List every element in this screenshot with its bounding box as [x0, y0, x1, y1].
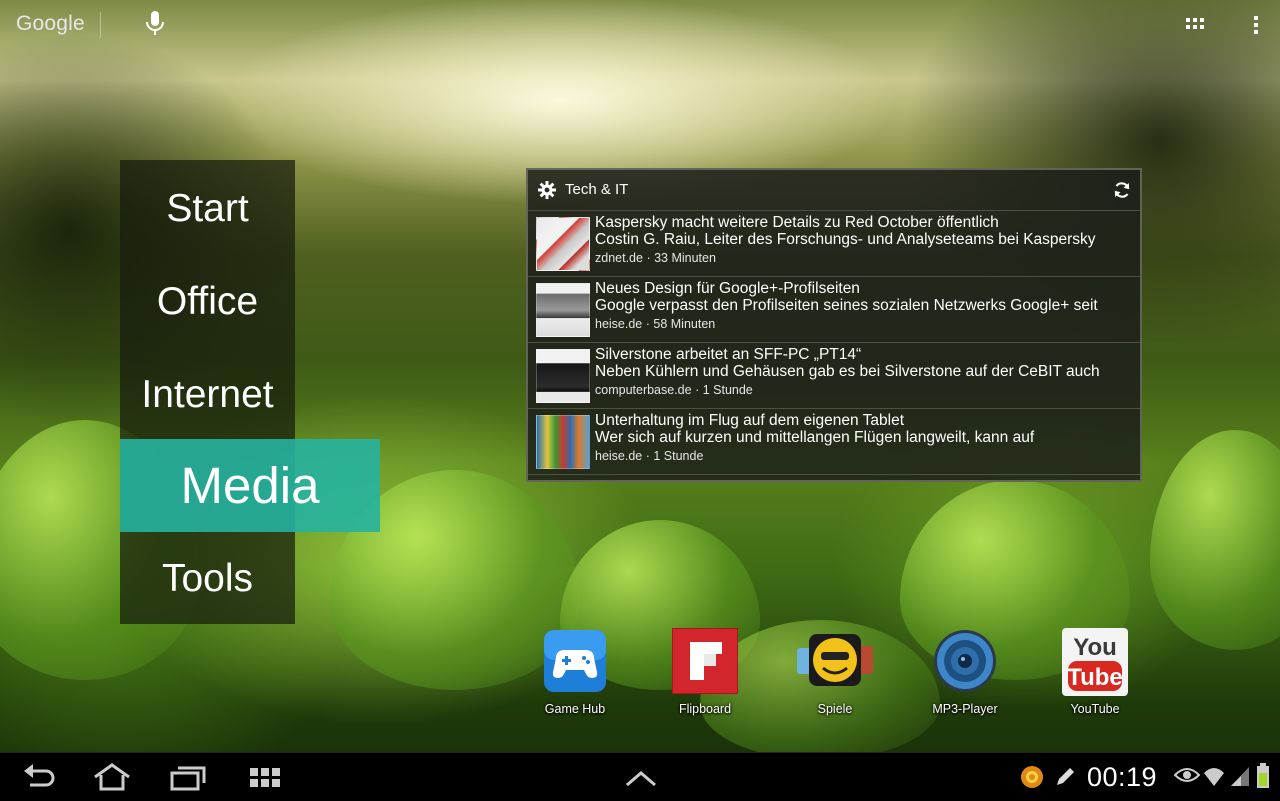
notification-icon[interactable] — [1020, 765, 1044, 793]
svg-text:You: You — [1073, 634, 1117, 661]
menu-item-internet[interactable]: Internet — [120, 348, 295, 441]
news-headline: Neues Design für Google+-Profilseiten — [595, 280, 860, 297]
news-item[interactable]: Unterhaltung im Flug auf dem eigenen Tab… — [528, 408, 1140, 475]
pen-icon — [1053, 765, 1077, 793]
news-source: computerbase.de — [595, 383, 692, 397]
news-thumbnail — [536, 415, 590, 469]
app-label: Flipboard — [678, 702, 732, 716]
battery-icon — [1256, 763, 1270, 791]
app-label: YouTube — [1070, 702, 1120, 716]
gear-icon[interactable] — [538, 181, 556, 199]
news-source: heise.de — [595, 449, 643, 463]
flipboard-icon — [671, 627, 739, 695]
games-folder-icon — [797, 628, 873, 694]
svg-text:Tube: Tube — [1067, 664, 1123, 691]
news-thumbnail — [536, 349, 590, 403]
menu-item-media[interactable]: Media — [120, 439, 380, 532]
news-item-partial[interactable] — [528, 474, 1140, 480]
home-icon[interactable] — [92, 763, 132, 791]
app-mp3-player[interactable]: MP3-Player — [910, 626, 1020, 722]
background-leaf — [1150, 430, 1280, 650]
news-teaser: Neben Kühlern und Gehäusen gab es bei Si… — [595, 363, 1100, 380]
microphone-icon[interactable] — [144, 10, 166, 38]
overflow-menu-icon[interactable] — [1252, 14, 1260, 36]
news-widget: Tech & IT Kaspersky macht weitere Detail… — [526, 168, 1142, 482]
wifi-icon — [1203, 765, 1225, 793]
news-item[interactable]: Kaspersky macht weitere Details zu Red O… — [528, 210, 1140, 277]
clock: 00:19 — [1087, 762, 1158, 792]
back-icon[interactable] — [22, 763, 56, 791]
app-flipboard[interactable]: Flipboard — [650, 626, 760, 722]
news-widget-header: Tech & IT — [528, 170, 1140, 210]
speaker-icon — [932, 628, 998, 694]
news-headline: Silverstone arbeitet an SFF-PC „PT14“ — [595, 346, 862, 363]
app-label: Game Hub — [544, 702, 606, 716]
news-item[interactable]: Silverstone arbeitet an SFF-PC „PT14“ Ne… — [528, 342, 1140, 409]
news-teaser: Costin G. Raiu, Leiter des Forschungs- u… — [595, 231, 1096, 248]
app-youtube[interactable]: You Tube YouTube — [1040, 626, 1150, 722]
app-grid-icon[interactable] — [1186, 16, 1206, 32]
news-age: 58 Minuten — [653, 317, 716, 331]
app-game-hub[interactable]: Game Hub — [520, 626, 630, 722]
system-navigation-bar: 00:19 — [0, 752, 1280, 801]
youtube-icon: You Tube — [1062, 628, 1128, 696]
refresh-icon[interactable] — [1112, 180, 1132, 200]
signal-icon — [1230, 765, 1250, 793]
news-source: heise.de — [595, 317, 643, 331]
news-headline: Kaspersky macht weitere Details zu Red O… — [595, 214, 999, 231]
category-menu: Start Office Internet Media Tools — [120, 160, 380, 625]
app-label: MP3-Player — [932, 702, 998, 716]
recent-apps-icon[interactable] — [170, 763, 206, 791]
menu-item-start[interactable]: Start — [120, 162, 295, 255]
eye-icon — [1173, 765, 1201, 793]
google-search-logo[interactable]: Google — [16, 12, 85, 36]
news-item[interactable]: Neues Design für Google+-Profilseiten Go… — [528, 276, 1140, 343]
news-age: 33 Minuten — [654, 251, 716, 265]
news-thumbnail — [536, 217, 590, 271]
app-spiele[interactable]: Spiele — [780, 626, 890, 722]
expand-up-icon[interactable] — [624, 763, 658, 791]
news-headline: Unterhaltung im Flug auf dem eigenen Tab… — [595, 412, 905, 429]
menu-item-tools[interactable]: Tools — [120, 532, 295, 625]
news-teaser: Google verpasst den Profilseiten seines … — [595, 297, 1098, 314]
screenshot-grid-icon[interactable] — [249, 763, 281, 791]
news-age: 1 Stunde — [653, 449, 704, 463]
gamepad-icon — [542, 628, 608, 694]
news-age: 1 Stunde — [702, 383, 753, 397]
news-widget-title: Tech & IT — [565, 181, 629, 198]
app-label: Spiele — [817, 702, 853, 716]
news-thumbnail — [536, 283, 590, 337]
news-source: zdnet.de — [595, 251, 643, 265]
news-teaser: Wer sich auf kurzen und mittellangen Flü… — [595, 429, 1035, 446]
menu-item-office[interactable]: Office — [120, 255, 295, 348]
search-divider — [100, 12, 101, 38]
